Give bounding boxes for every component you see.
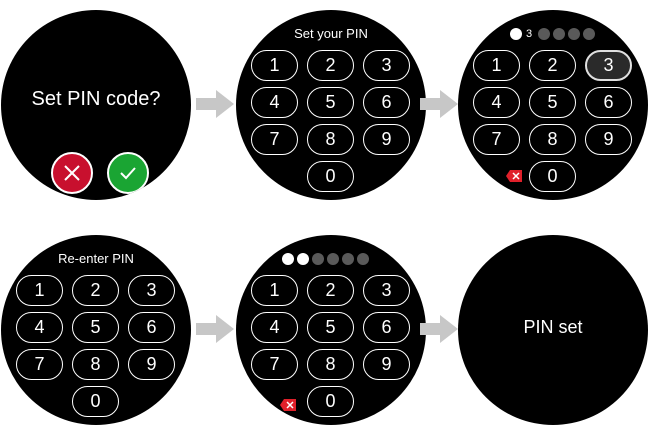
pin-progress-dots	[282, 253, 369, 265]
key-4[interactable]: 4	[16, 312, 63, 343]
checkmark-icon	[120, 167, 136, 180]
key-8[interactable]: 8	[307, 124, 354, 155]
key-3[interactable]: 3	[585, 50, 632, 81]
confirm-button[interactable]	[107, 152, 149, 194]
key-7[interactable]: 7	[251, 349, 298, 380]
key-9[interactable]: 9	[585, 124, 632, 155]
key-1[interactable]: 1	[251, 275, 298, 306]
pin-entered-count: 3	[526, 28, 533, 40]
key-0[interactable]: 0	[307, 386, 354, 417]
screen-pin-entry: 3 1234567890	[458, 10, 648, 200]
key-9[interactable]: 9	[363, 124, 410, 155]
key-7[interactable]: 7	[473, 124, 520, 155]
pin-dot-empty	[312, 253, 324, 265]
key-2[interactable]: 2	[529, 50, 576, 81]
key-7[interactable]: 7	[251, 124, 298, 155]
key-4[interactable]: 4	[473, 87, 520, 118]
pin-dot-filled	[297, 253, 309, 265]
key-9[interactable]: 9	[128, 349, 175, 380]
key-6[interactable]: 6	[363, 87, 410, 118]
pin-dot-filled	[282, 253, 294, 265]
key-5[interactable]: 5	[307, 312, 354, 343]
pin-dot-empty	[583, 28, 596, 40]
key-5[interactable]: 5	[307, 87, 354, 118]
key-2[interactable]: 2	[307, 275, 354, 306]
key-5[interactable]: 5	[529, 87, 576, 118]
re-enter-pin-title: Re-enter PIN	[58, 251, 134, 266]
key-7[interactable]: 7	[16, 349, 63, 380]
pin-dot-empty	[553, 28, 566, 40]
key-6[interactable]: 6	[363, 312, 410, 343]
pin-dot-filled	[510, 28, 522, 40]
backspace-icon[interactable]	[506, 170, 522, 182]
key-3[interactable]: 3	[363, 50, 410, 81]
key-8[interactable]: 8	[307, 349, 354, 380]
key-9[interactable]: 9	[363, 349, 410, 380]
pin-dot-empty	[538, 28, 551, 40]
key-1[interactable]: 1	[251, 50, 298, 81]
pin-dot-empty	[342, 253, 354, 265]
pin-set-message: PIN set	[523, 317, 583, 337]
pin-dot-empty	[327, 253, 339, 265]
key-0[interactable]: 0	[72, 386, 119, 417]
x-icon	[64, 165, 80, 181]
set-your-pin-title: Set your PIN	[294, 26, 368, 41]
key-4[interactable]: 4	[251, 87, 298, 118]
pin-dot-empty	[357, 253, 369, 265]
key-2[interactable]: 2	[307, 50, 354, 81]
key-1[interactable]: 1	[16, 275, 63, 306]
cancel-button[interactable]	[51, 152, 93, 194]
key-3[interactable]: 3	[128, 275, 175, 306]
screen-set-your-pin: Set your PIN 123 456 7890	[236, 10, 426, 200]
screen-re-enter-progress: 123 456 7890	[236, 235, 426, 425]
key-2[interactable]: 2	[72, 275, 119, 306]
pin-progress-dots: 3	[510, 28, 596, 40]
key-5[interactable]: 5	[72, 312, 119, 343]
key-8[interactable]: 8	[72, 349, 119, 380]
key-3[interactable]: 3	[363, 275, 410, 306]
set-pin-prompt-text: Set PIN code?	[31, 88, 161, 110]
key-4[interactable]: 4	[251, 312, 298, 343]
key-1[interactable]: 1	[473, 50, 520, 81]
pin-dot-empty	[568, 28, 581, 40]
key-0[interactable]: 0	[529, 161, 576, 192]
screen-re-enter-pin: Re-enter PIN 123 456 7890	[1, 235, 191, 425]
key-0[interactable]: 0	[307, 161, 354, 192]
screen-pin-set: PIN set	[458, 235, 648, 425]
screen-set-pin-prompt: Set PIN code?	[1, 10, 191, 200]
backspace-icon[interactable]	[280, 399, 296, 411]
key-8[interactable]: 8	[529, 124, 576, 155]
key-6[interactable]: 6	[128, 312, 175, 343]
key-6[interactable]: 6	[585, 87, 632, 118]
